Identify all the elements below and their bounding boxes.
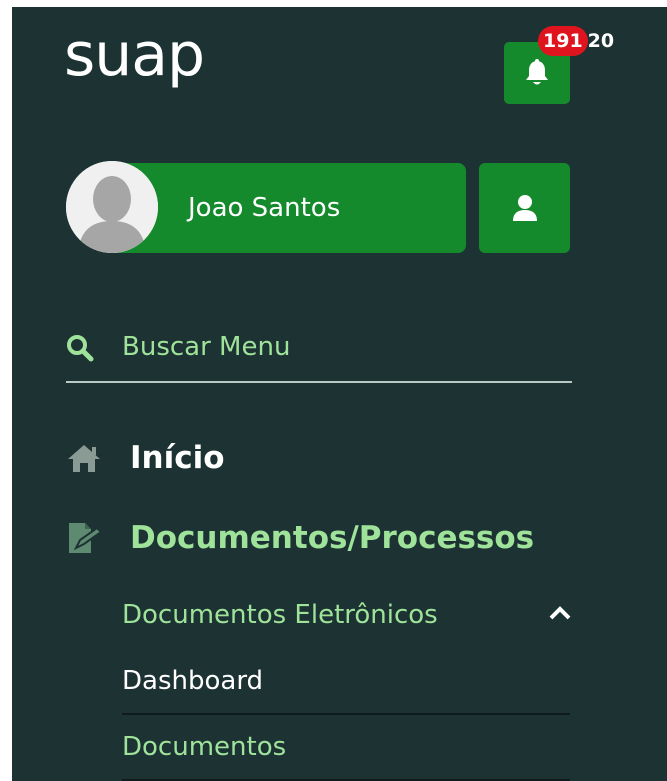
document-edit-icon [69, 523, 102, 553]
home-icon [68, 445, 100, 472]
submenu-label: Documentos Eletrônicos [122, 600, 438, 630]
notification-count-badge[interactable]: 191 20 [538, 21, 614, 61]
profile-button[interactable] [479, 163, 570, 253]
bell-icon [526, 59, 548, 85]
submenu-link-label: Documentos [122, 732, 287, 762]
menu-item-label: Documentos/Processos [130, 520, 535, 556]
submenu-link-dashboard[interactable]: Dashboard [122, 653, 570, 715]
notification-count-rest: 20 [587, 29, 615, 52]
menu-item-inicio[interactable]: Início [66, 438, 225, 478]
avatar[interactable] [66, 161, 158, 253]
submenu-link-documentos[interactable]: Documentos [122, 719, 570, 781]
menu-item-label: Início [130, 440, 225, 476]
submenu-documentos-eletronicos[interactable]: Documentos Eletrônicos [122, 595, 572, 635]
notification-count-highlight: 191 [538, 26, 588, 56]
sidebar: suap 191 20 Joao Santos Buscar Menu Iníc… [12, 7, 667, 781]
user-name: Joao Santos [188, 193, 341, 223]
search-icon [67, 335, 94, 362]
menu-item-documentos-processos[interactable]: Documentos/Processos [66, 518, 534, 558]
search-menu [66, 323, 572, 383]
search-input[interactable] [122, 327, 542, 367]
user-silhouette-icon [66, 161, 158, 253]
chevron-up-icon[interactable] [548, 603, 572, 623]
submenu-link-label: Dashboard [122, 666, 264, 696]
user-icon [512, 195, 537, 221]
app-logo[interactable]: suap [64, 25, 205, 85]
